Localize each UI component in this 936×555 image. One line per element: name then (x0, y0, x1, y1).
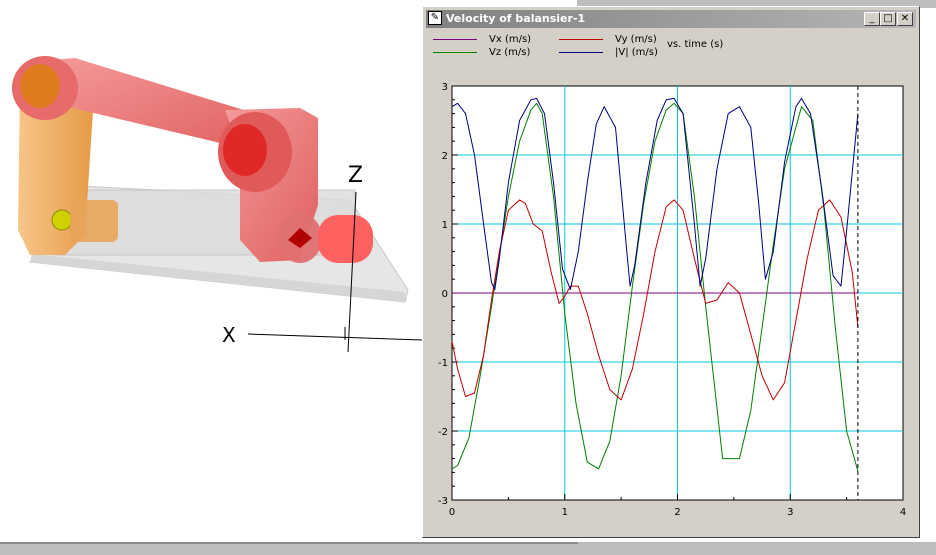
3d-viewport[interactable]: Z X (0, 0, 424, 542)
velocity-chart[interactable]: 0 1 2 3 4 3 2 1 0 -1 -2 -3 (423, 7, 919, 537)
x-tick-label: 3 (787, 507, 793, 518)
y-tick-label: 0 (442, 289, 448, 300)
x-tick-label: 0 (449, 507, 455, 518)
viewport-border (0, 542, 578, 544)
y-tick-label: 1 (442, 220, 448, 231)
mechanism-model: Z X (12, 56, 423, 353)
axis-x-label: X (222, 323, 236, 347)
x-tick-label: 2 (674, 507, 680, 518)
axis-z-label: Z (348, 163, 363, 188)
y-tick-label: 2 (442, 151, 448, 162)
x-tick-label: 1 (562, 507, 568, 518)
slider-rod (318, 215, 373, 263)
crank-pin (51, 209, 73, 231)
y-tick-label: -3 (438, 496, 448, 507)
x-tick-label: 4 (900, 507, 906, 518)
plot-window[interactable]: ✎ Velocity of balansier-1 _ □ ✕ Vx (m/s)… (422, 6, 920, 538)
y-tick-label: 3 (442, 82, 448, 93)
y-tick-label: -2 (438, 427, 448, 438)
y-tick-label: -1 (438, 358, 448, 369)
